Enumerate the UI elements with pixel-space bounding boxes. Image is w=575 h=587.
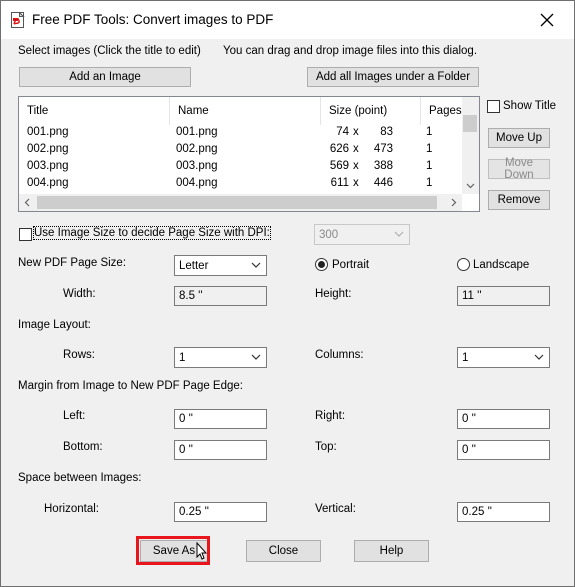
pdf-app-icon xyxy=(11,12,25,28)
row-width: 626 xyxy=(329,143,349,155)
page-size-label: New PDF Page Size: xyxy=(18,257,127,269)
row-times: x xyxy=(353,177,359,189)
columns-label: Columns: xyxy=(315,349,364,361)
use-image-size-checkbox[interactable] xyxy=(19,228,32,241)
row-times: x xyxy=(353,126,359,138)
row-pages: 1 xyxy=(426,177,433,189)
width-field[interactable]: 8.5 '' xyxy=(174,286,267,306)
convert-images-dialog: Free PDF Tools: Convert images to PDF Se… xyxy=(0,0,575,587)
horizontal-label: Horizontal: xyxy=(44,503,99,515)
row-width: 74 xyxy=(336,126,349,138)
height-label: Height: xyxy=(315,288,352,300)
columns-select[interactable]: 1 xyxy=(457,347,550,368)
window-title: Free PDF Tools: Convert images to PDF xyxy=(32,12,274,27)
vertical-space-field[interactable]: 0.25 '' xyxy=(457,502,550,522)
horizontal-scrollbar[interactable] xyxy=(19,194,462,211)
rows-value: 1 xyxy=(179,352,186,364)
bottom-margin-field[interactable]: 0 '' xyxy=(174,440,267,460)
page-size-select[interactable]: Letter xyxy=(174,255,267,276)
right-label: Right: xyxy=(315,410,346,422)
top-label: Top: xyxy=(315,441,337,453)
page-size-value: Letter xyxy=(179,260,209,272)
close-window-icon[interactable] xyxy=(532,6,562,34)
show-title-label: Show Title xyxy=(503,100,557,112)
row-height: 473 xyxy=(373,143,393,155)
move-up-button[interactable]: Move Up xyxy=(488,128,550,148)
row-name: 001.png xyxy=(176,126,218,138)
column-header-pages[interactable]: Pages xyxy=(421,97,466,125)
row-title: 004.png xyxy=(27,177,69,189)
width-label: Width: xyxy=(63,288,96,300)
rows-label: Rows: xyxy=(63,349,95,361)
margin-label: Margin from Image to New PDF Page Edge: xyxy=(18,380,243,392)
list-header: Title Name Size (point) Pages xyxy=(19,97,464,125)
horizontal-scroll-thumb[interactable] xyxy=(37,196,437,209)
image-layout-label: Image Layout: xyxy=(18,319,91,331)
drag-drop-hint: You can drag and drop image files into t… xyxy=(223,45,478,57)
vertical-scroll-thumb[interactable] xyxy=(463,115,477,132)
dpi-select[interactable]: 300 xyxy=(314,224,410,245)
scroll-right-icon[interactable] xyxy=(445,194,462,211)
scroll-down-icon[interactable] xyxy=(462,177,479,194)
chevron-down-icon xyxy=(251,354,261,360)
row-title: 003.png xyxy=(27,160,69,172)
add-image-button[interactable]: Add an Image xyxy=(19,67,191,87)
row-pages: 1 xyxy=(426,160,433,172)
row-name: 004.png xyxy=(176,177,218,189)
row-name: 002.png xyxy=(176,143,218,155)
landscape-label: Landscape xyxy=(473,259,530,271)
rows-select[interactable]: 1 xyxy=(174,347,267,368)
chevron-down-icon xyxy=(251,262,261,268)
height-field[interactable]: 11 '' xyxy=(457,286,550,306)
top-margin-field[interactable]: 0 '' xyxy=(457,440,550,460)
column-header-size[interactable]: Size (point) xyxy=(321,97,421,125)
vertical-label: Vertical: xyxy=(315,503,356,515)
left-margin-field[interactable]: 0 '' xyxy=(174,409,267,429)
portrait-radio[interactable] xyxy=(315,258,328,271)
add-folder-button[interactable]: Add all Images under a Folder xyxy=(307,67,479,87)
row-height: 446 xyxy=(373,177,393,189)
landscape-radio[interactable] xyxy=(457,258,470,271)
row-width: 611 xyxy=(330,177,349,189)
row-times: x xyxy=(353,160,359,172)
row-height: 388 xyxy=(373,160,393,172)
vertical-scrollbar[interactable] xyxy=(462,97,479,194)
title-bar[interactable]: Free PDF Tools: Convert images to PDF xyxy=(1,1,574,39)
column-header-name[interactable]: Name xyxy=(170,97,321,125)
select-images-label: Select images (Click the title to edit) xyxy=(18,45,201,57)
column-header-title[interactable]: Title xyxy=(19,97,170,125)
image-list[interactable]: Title Name Size (point) Pages 001.png 00… xyxy=(18,96,480,212)
move-down-button[interactable]: Move Down xyxy=(488,157,550,181)
horizontal-space-field[interactable]: 0.25 '' xyxy=(174,502,267,522)
row-name: 003.png xyxy=(176,160,218,172)
right-margin-field[interactable]: 0 '' xyxy=(457,409,550,429)
help-button[interactable]: Help xyxy=(354,540,429,562)
columns-value: 1 xyxy=(462,352,469,364)
close-button[interactable]: Close xyxy=(246,540,321,562)
left-label: Left: xyxy=(63,410,86,422)
mouse-cursor-icon xyxy=(196,542,208,560)
chevron-down-icon xyxy=(394,231,404,237)
remove-button[interactable]: Remove xyxy=(488,190,550,210)
row-width: 569 xyxy=(329,160,349,172)
space-label: Space between Images: xyxy=(18,472,142,484)
row-height: 83 xyxy=(380,126,393,138)
row-times: x xyxy=(353,143,359,155)
portrait-label: Portrait xyxy=(332,259,370,271)
row-pages: 1 xyxy=(426,126,433,138)
row-title: 002.png xyxy=(27,143,69,155)
row-pages: 1 xyxy=(426,143,433,155)
bottom-label: Bottom: xyxy=(63,441,103,453)
show-title-checkbox[interactable] xyxy=(487,100,500,113)
chevron-down-icon xyxy=(534,354,544,360)
row-title: 001.png xyxy=(27,126,69,138)
dpi-value: 300 xyxy=(319,229,339,241)
scroll-left-icon[interactable] xyxy=(19,194,36,211)
use-image-size-label[interactable]: Use Image Size to decide Page Size with … xyxy=(33,226,271,240)
